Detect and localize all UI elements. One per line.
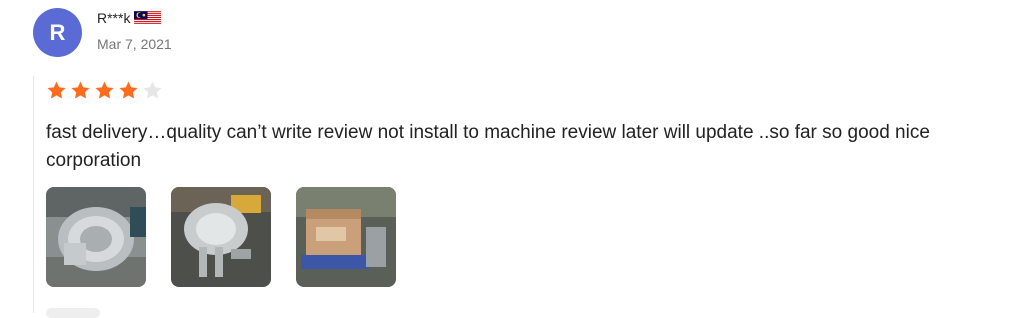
review-photo-2[interactable]	[171, 187, 271, 287]
blower-photo-2	[171, 187, 271, 287]
reviewer-name: R***k	[97, 10, 131, 26]
star-filled-icon	[71, 81, 90, 99]
malaysia-flag-icon	[134, 11, 162, 25]
helpful-button[interactable]	[46, 308, 100, 318]
star-filled-icon	[47, 81, 66, 99]
reviewer-avatar: R	[33, 8, 82, 57]
review-date: Mar 7, 2021	[97, 36, 172, 52]
avatar-initial: R	[49, 19, 66, 45]
review-divider	[33, 76, 34, 313]
package-photo-3	[296, 187, 396, 287]
review-photo-3[interactable]	[296, 187, 396, 287]
star-rating	[46, 80, 163, 101]
star-filled-icon	[119, 81, 138, 99]
review-text: fast delivery…quality can’t write review…	[46, 122, 930, 171]
star-empty-icon	[143, 81, 162, 99]
reviewer-name-row: R***k	[97, 9, 162, 27]
star-filled-icon	[95, 81, 114, 99]
review-photo-1[interactable]	[46, 187, 146, 287]
blower-photo-1	[46, 187, 146, 287]
review-photos	[46, 187, 396, 287]
